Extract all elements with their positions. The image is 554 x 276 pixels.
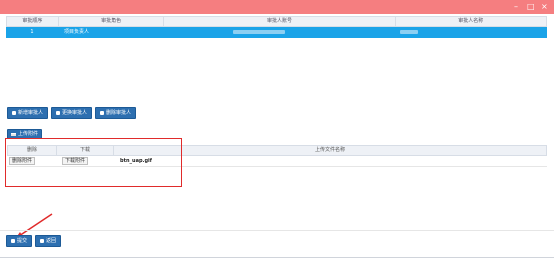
- back-button[interactable]: 返回: [35, 235, 62, 247]
- submit-button[interactable]: 提交: [6, 235, 33, 247]
- annotation-arrow-icon: [15, 213, 53, 239]
- divider: [0, 230, 554, 231]
- divider: [0, 257, 554, 258]
- footer-toolbar: 提交 返回: [6, 235, 62, 247]
- save-icon: [40, 239, 45, 243]
- save-icon: [11, 239, 15, 243]
